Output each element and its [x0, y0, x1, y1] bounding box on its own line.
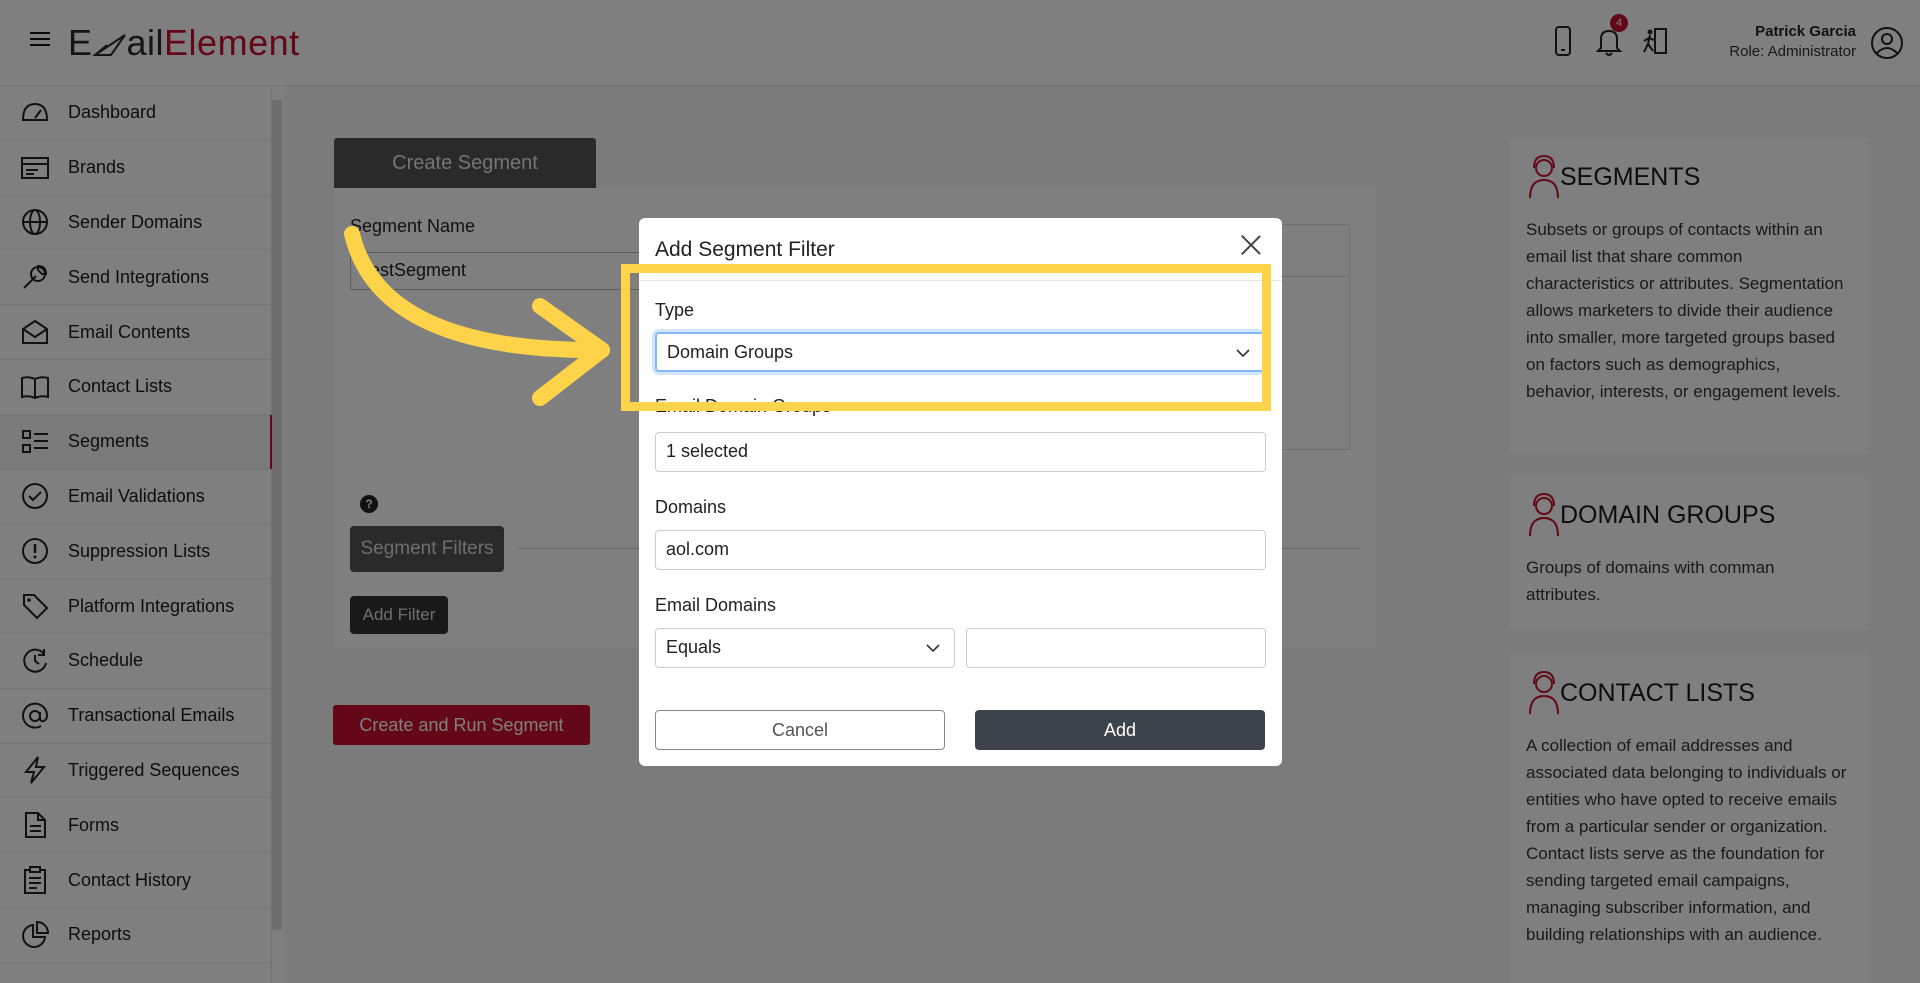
email-domains-operator-select[interactable]: Equals [655, 628, 955, 668]
email-domains-label: Email Domains [655, 595, 777, 615]
pointer-arrow-icon [344, 226, 610, 406]
modal-title: Add Segment Filter [655, 238, 835, 261]
close-icon[interactable] [1240, 234, 1262, 256]
chevron-down-icon [926, 644, 940, 653]
domains-field[interactable]: aol.com [655, 530, 1266, 570]
email-domains-value-input[interactable] [966, 628, 1266, 668]
add-button[interactable]: Add [975, 710, 1265, 750]
email-domain-groups-select[interactable]: 1 selected [655, 432, 1266, 472]
domains-label: Domains [655, 497, 727, 517]
operator-value: Equals [666, 637, 722, 657]
highlight-box [621, 264, 1271, 411]
cancel-button[interactable]: Cancel [655, 710, 945, 750]
